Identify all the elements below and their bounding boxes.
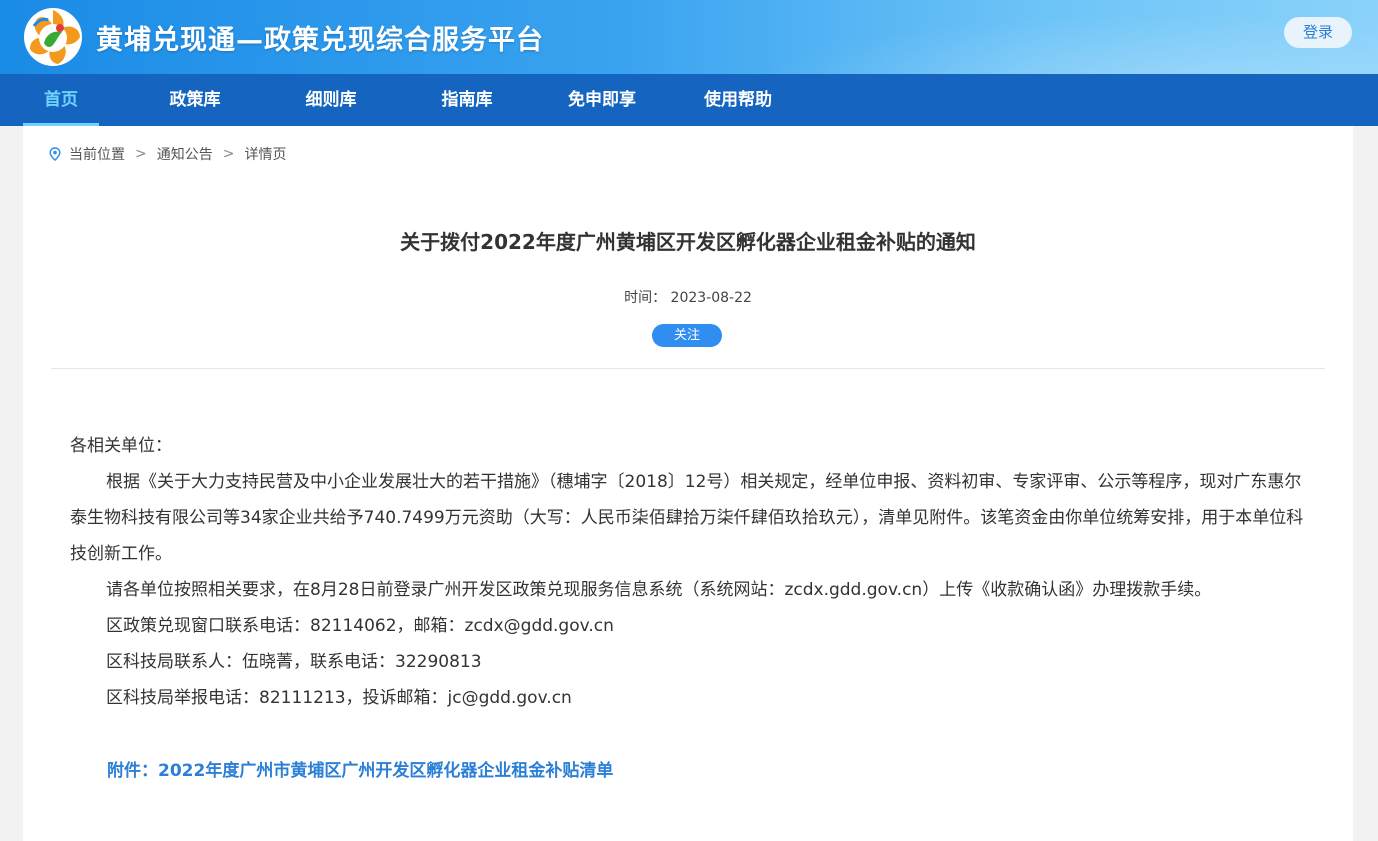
breadcrumb-notices[interactable]: 通知公告 (157, 144, 213, 164)
nav-item-guide-library[interactable]: 指南库 (422, 74, 512, 126)
breadcrumb: 当前位置 > 通知公告 > 详情页 (49, 144, 286, 164)
body-paragraph: 请各单位按照相关要求，在8月28日前登录广州开发区政策兑现服务信息系统（系统网站… (106, 580, 1212, 600)
gdd-flower-logo-icon[interactable] (22, 6, 84, 68)
salutation: 各相关单位： (70, 436, 172, 456)
contact-line: 区科技局举报电话：82111213，投诉邮箱：jc@gdd.gov.cn (106, 688, 572, 708)
nav-item-rules-library[interactable]: 细则库 (286, 74, 376, 126)
body-paragraph: 根据《关于大力支持民营及中小企业发展壮大的若干措施》（穗埔字〔2018〕12号）… (70, 472, 1304, 564)
attachment-link[interactable]: 附件：2022年度广州市黄埔区广州开发区孵化器企业租金补贴清单 (107, 756, 613, 781)
follow-button[interactable]: 关注 (652, 324, 722, 347)
article-title: 关于拨付2022年度广州黄埔区开发区孵化器企业租金补贴的通知 (400, 230, 976, 254)
nav-item-home[interactable]: 首页 (23, 74, 99, 126)
nav-item-exempt-apply[interactable]: 免申即享 (556, 74, 648, 126)
site-header: 黄埔兑现通—政策兑现综合服务平台 登录 (0, 0, 1378, 74)
breadcrumb-detail: 详情页 (244, 147, 287, 163)
contact-line: 区科技局联系人：伍晓菁，联系电话：32290813 (106, 652, 482, 672)
contact-line: 区政策兑现窗口联系电话：82114062，邮箱：zcdx@gdd.gov.cn (106, 616, 614, 636)
nav-item-help[interactable]: 使用帮助 (692, 74, 784, 126)
breadcrumb-separator: > (135, 146, 147, 162)
publish-date: 2023-08-22 (670, 290, 752, 306)
article-body: 各相关单位： 根据《关于大力支持民营及中小企业发展壮大的若干措施》（穗埔字〔20… (70, 428, 1310, 716)
breadcrumb-separator: > (222, 146, 235, 162)
article-meta: 时间： 2023-08-22 (23, 287, 1353, 307)
header-decoration (678, 0, 1378, 74)
time-label: 时间： (624, 290, 667, 306)
article-panel: 当前位置 > 通知公告 > 详情页 关于拨付2022年度广州黄埔区开发区孵化器企… (23, 126, 1353, 841)
divider (51, 368, 1325, 369)
nav-item-policy-library[interactable]: 政策库 (150, 74, 240, 126)
login-button[interactable]: 登录 (1284, 17, 1352, 48)
site-title: 黄埔兑现通—政策兑现综合服务平台 (96, 25, 544, 56)
location-pin-icon (49, 147, 61, 161)
breadcrumb-current-location: 当前位置 (69, 147, 125, 163)
main-nav: 首页 政策库 细则库 指南库 免申即享 使用帮助 (0, 74, 1378, 126)
